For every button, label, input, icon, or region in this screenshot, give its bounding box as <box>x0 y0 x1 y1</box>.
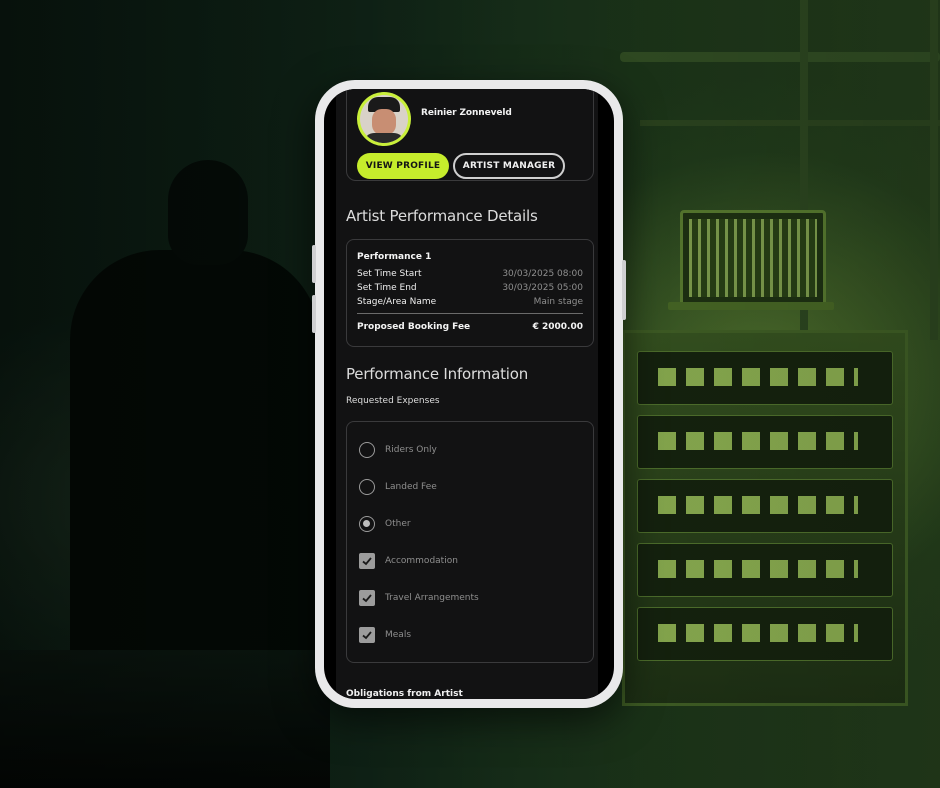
phone-mockup: Reinier Zonneveld VIEW PROFILE ARTIST MA… <box>312 80 626 708</box>
artist-manager-button[interactable]: ARTIST MANAGER <box>453 153 565 179</box>
radio-button[interactable] <box>359 442 375 458</box>
obligations-heading: Obligations from Artist <box>346 689 463 699</box>
app-content: Reinier Zonneveld VIEW PROFILE ARTIST MA… <box>336 89 598 699</box>
checkbox-checked[interactable] <box>359 553 375 569</box>
check-icon <box>362 557 372 566</box>
booking-fee-row: Proposed Booking Fee € 2000.00 <box>357 322 583 332</box>
artist-name: Reinier Zonneveld <box>421 108 512 118</box>
option-meals[interactable]: Meals <box>359 627 411 643</box>
detail-key: Set Time Start <box>357 269 422 279</box>
radio-button[interactable] <box>359 479 375 495</box>
option-riders-only[interactable]: Riders Only <box>359 442 437 458</box>
performance-info-heading: Performance Information <box>346 365 529 383</box>
check-icon <box>362 594 372 603</box>
detail-row: Stage/Area Name Main stage <box>357 297 583 307</box>
phone-screen: Reinier Zonneveld VIEW PROFILE ARTIST MA… <box>324 89 614 699</box>
option-accommodation[interactable]: Accommodation <box>359 553 458 569</box>
requested-expenses-label: Requested Expenses <box>346 396 440 406</box>
artist-profile-card: Reinier Zonneveld VIEW PROFILE ARTIST MA… <box>346 89 594 181</box>
radio-button-selected[interactable] <box>359 516 375 532</box>
detail-value: Main stage <box>533 297 583 307</box>
checkbox-checked[interactable] <box>359 627 375 643</box>
performance-details-heading: Artist Performance Details <box>346 207 538 225</box>
booking-fee-label: Proposed Booking Fee <box>357 322 471 332</box>
option-other[interactable]: Other <box>359 516 411 532</box>
phone-side-button <box>312 245 316 283</box>
check-icon <box>362 631 372 640</box>
option-landed-fee[interactable]: Landed Fee <box>359 479 437 495</box>
avatar[interactable] <box>357 92 411 146</box>
option-label: Landed Fee <box>385 482 437 492</box>
expenses-card: Riders Only Landed Fee Other Accommodati… <box>346 421 594 663</box>
option-label: Riders Only <box>385 445 437 455</box>
detail-key: Stage/Area Name <box>357 297 437 307</box>
option-travel-arrangements[interactable]: Travel Arrangements <box>359 590 479 606</box>
divider <box>357 313 583 314</box>
detail-value: 30/03/2025 08:00 <box>502 269 583 279</box>
detail-key: Set Time End <box>357 283 417 293</box>
performance-title: Performance 1 <box>357 252 432 262</box>
detail-row: Set Time Start 30/03/2025 08:00 <box>357 269 583 279</box>
view-profile-button[interactable]: VIEW PROFILE <box>357 153 449 179</box>
phone-side-button <box>312 295 316 333</box>
option-label: Meals <box>385 630 412 640</box>
option-label: Travel Arrangements <box>385 593 479 603</box>
option-label: Other <box>385 519 411 529</box>
detail-value: 30/03/2025 05:00 <box>502 283 583 293</box>
phone-power-button <box>622 260 626 320</box>
performance-card: Performance 1 Set Time Start 30/03/2025 … <box>346 239 594 347</box>
booking-fee-value: € 2000.00 <box>532 322 583 332</box>
checkbox-checked[interactable] <box>359 590 375 606</box>
detail-row: Set Time End 30/03/2025 05:00 <box>357 283 583 293</box>
option-label: Accommodation <box>385 556 458 566</box>
